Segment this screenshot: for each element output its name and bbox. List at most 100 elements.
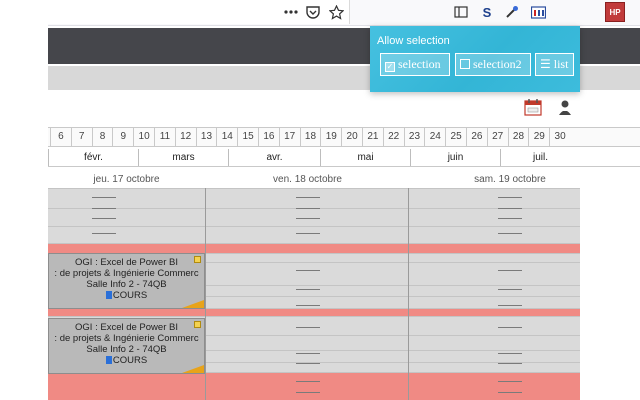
popup-title: Allow selection (377, 35, 450, 47)
event-course: : de projets & Ingénierie Commerc (54, 333, 199, 344)
slot-marker (498, 233, 522, 234)
course-event[interactable]: OGI : Excel de Power BI : de projets & I… (48, 318, 205, 374)
day-cell[interactable]: 24 (424, 128, 445, 146)
day-cell[interactable]: 13 (195, 128, 217, 146)
checkbox-checked-icon: ✓ (385, 62, 395, 72)
grid-line (48, 316, 580, 317)
slot-marker (296, 353, 320, 354)
day-cell[interactable]: 19 (320, 128, 341, 146)
month-cell[interactable]: févr. (48, 149, 138, 166)
pocket-icon[interactable] (304, 3, 322, 21)
selection2-label: selection2 (473, 57, 522, 71)
user-icon[interactable] (556, 98, 574, 116)
resize-handle-icon[interactable] (182, 300, 204, 308)
month-ruler: févr. mars avr. mai juin juil. (48, 149, 640, 167)
event-course: : de projets & Ingénierie Commerc (54, 268, 199, 279)
event-title: OGI : Excel de Power BI (75, 322, 178, 333)
month-cell[interactable]: juil. (500, 149, 580, 166)
day-cell[interactable]: 21 (362, 128, 383, 146)
slot-marker (296, 270, 320, 271)
slot-marker (498, 363, 522, 364)
calendar-export-icon[interactable] (524, 98, 542, 116)
day-cell[interactable]: 9 (112, 128, 133, 146)
resize-handle-icon[interactable] (182, 365, 204, 373)
event-title: OGI : Excel de Power BI (75, 257, 178, 268)
event-room: Salle Info 2 - 74QB (86, 344, 167, 355)
day-cell[interactable]: 23 (403, 128, 425, 146)
slot-marker (296, 327, 320, 328)
selection-label: selection (398, 57, 441, 71)
slot-marker (296, 233, 320, 234)
slot-marker (498, 305, 522, 306)
bookmark-star-icon[interactable] (327, 3, 345, 21)
day-cell[interactable]: 8 (91, 128, 113, 146)
day-cell[interactable]: 6 (50, 128, 71, 146)
day-cell[interactable]: 17 (278, 128, 300, 146)
slot-marker (296, 305, 320, 306)
day-cell[interactable]: 7 (70, 128, 92, 146)
slot-marker (498, 197, 522, 198)
selection-button[interactable]: ✓ selection (380, 53, 450, 76)
slot-marker (296, 363, 320, 364)
grid-margin (580, 188, 640, 400)
lock-icon (194, 256, 201, 263)
slot-marker (498, 381, 522, 382)
day-cell[interactable]: 27 (486, 128, 508, 146)
day-cell[interactable]: 26 (466, 128, 487, 146)
day-cell[interactable]: 20 (341, 128, 362, 146)
column-header-saturday: sam. 19 octobre (474, 174, 546, 185)
grid-line (48, 226, 580, 227)
slot-marker (296, 289, 320, 290)
course-event[interactable]: OGI : Excel de Power BI : de projets & I… (48, 253, 205, 309)
slot-marker (296, 381, 320, 382)
month-cell[interactable]: mai (320, 149, 410, 166)
day-cell[interactable]: 11 (154, 128, 175, 146)
day-cell[interactable]: 16 (258, 128, 279, 146)
day-cell[interactable]: 14 (216, 128, 237, 146)
unavailable-band (48, 308, 580, 316)
slot-marker (498, 218, 522, 219)
day-cell[interactable]: 12 (174, 128, 196, 146)
day-cell[interactable]: 29 (528, 128, 549, 146)
selection2-button[interactable]: selection2 (455, 53, 531, 76)
s-extension-icon[interactable]: S (478, 3, 496, 21)
list-icon: ☰ (540, 57, 551, 71)
slot-marker (296, 208, 320, 209)
day-ruler: 6 7 8 9 10 11 12 13 14 15 16 17 18 19 20 21 22 23 24 25 26 27… (48, 127, 640, 147)
slot-marker (296, 197, 320, 198)
day-cell[interactable]: 30 (549, 128, 570, 146)
course-type-badge (105, 291, 112, 300)
hp-extension-icon[interactable]: HP (605, 2, 625, 22)
slot-marker (92, 197, 116, 198)
day-cell[interactable]: 28 (507, 128, 529, 146)
month-cell[interactable]: mars (138, 149, 228, 166)
list-button[interactable]: ☰ list (535, 53, 574, 76)
column-divider (408, 188, 409, 400)
more-actions-icon[interactable] (578, 98, 584, 116)
slot-marker (498, 270, 522, 271)
day-cell[interactable]: 15 (237, 128, 258, 146)
slot-marker (498, 289, 522, 290)
grid-line (48, 188, 580, 189)
month-cell[interactable]: juin (410, 149, 500, 166)
column-header-friday: ven. 18 octobre (273, 174, 342, 185)
unavailable-band (48, 243, 580, 253)
grid-line (48, 243, 580, 244)
day-cell[interactable]: 18 (299, 128, 321, 146)
day-cell[interactable]: 25 (445, 128, 466, 146)
slot-marker (498, 327, 522, 328)
reader-view-icon[interactable] (452, 3, 470, 21)
day-cell[interactable]: 10 (133, 128, 154, 146)
eyedropper-icon[interactable] (503, 3, 521, 21)
more-menu-icon[interactable] (282, 3, 300, 21)
column-divider (205, 188, 206, 400)
unavailable-band (48, 372, 580, 400)
month-cell[interactable]: avr. (228, 149, 320, 166)
library-icon[interactable] (529, 3, 547, 21)
slot-marker (498, 392, 522, 393)
day-cell[interactable]: 22 (382, 128, 404, 146)
lock-icon (194, 321, 201, 328)
event-type: COURS (112, 355, 148, 366)
column-header-thursday: jeu. 17 octobre (93, 174, 160, 185)
slot-marker (92, 218, 116, 219)
